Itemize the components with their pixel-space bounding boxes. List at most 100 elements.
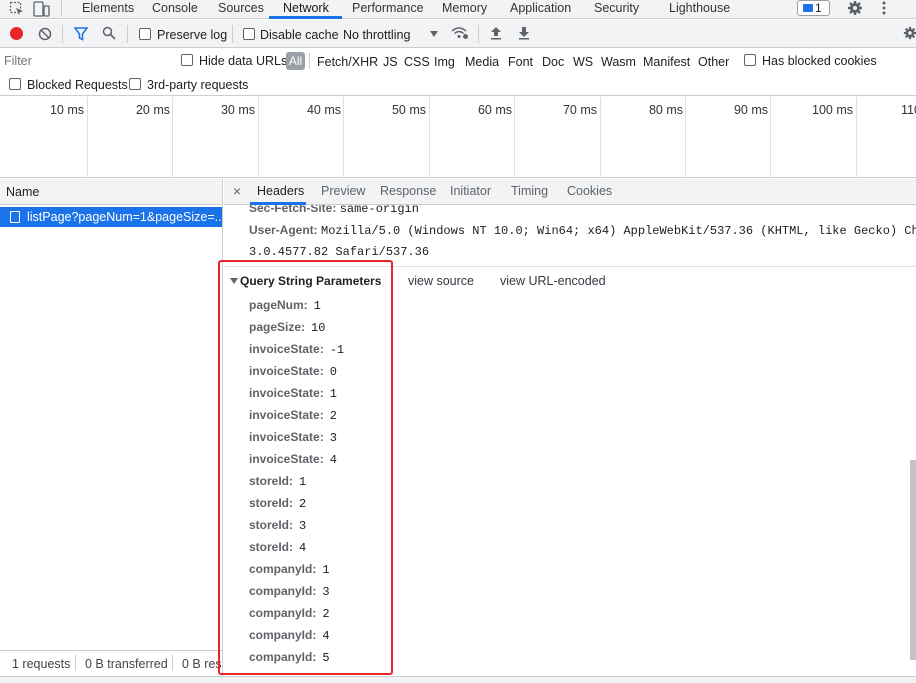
tab-cookies[interactable]: Cookies (567, 184, 612, 198)
tab-console[interactable]: Console (152, 0, 198, 19)
tab-preview[interactable]: Preview (321, 184, 365, 198)
blocked-requests-checkbox[interactable] (9, 78, 21, 90)
issues-badge[interactable]: 1 (797, 0, 830, 16)
preserve-log-checkbox[interactable] (139, 28, 151, 40)
param-value: 2 (329, 409, 337, 423)
tab-sources[interactable]: Sources (218, 0, 264, 19)
filter-icon[interactable] (73, 27, 89, 41)
disable-cache-checkbox[interactable] (243, 28, 255, 40)
filter-type-wasm[interactable]: Wasm (601, 55, 636, 69)
inspect-element-icon[interactable] (9, 1, 25, 17)
throttling-select[interactable]: No throttling (343, 28, 410, 42)
param-value: 3 (299, 519, 307, 533)
has-blocked-cookies-checkbox[interactable] (744, 54, 756, 66)
network-conditions-icon[interactable] (451, 26, 469, 40)
param-key: storeId: (249, 474, 294, 488)
export-har-icon[interactable] (518, 26, 530, 40)
tab-response[interactable]: Response (380, 184, 436, 198)
toolbar-separator (232, 25, 233, 43)
param-key: pageSize: (249, 320, 306, 334)
detail-scrollbar[interactable] (910, 460, 916, 660)
filter-type-js[interactable]: JS (383, 55, 398, 69)
param-value: 4 (299, 541, 307, 555)
header-key: Sec-Fetch-Site: (249, 205, 337, 215)
tab-timing[interactable]: Timing (511, 184, 548, 198)
query-param-row: storeId: 1 (249, 473, 306, 495)
settings-gear-icon[interactable] (847, 0, 863, 16)
filter-type-img[interactable]: Img (434, 55, 455, 69)
param-key: invoiceState: (249, 342, 324, 356)
tab-lighthouse[interactable]: Lighthouse (669, 0, 730, 19)
query-param-row: storeId: 4 (249, 539, 306, 561)
device-toolbar-icon[interactable] (33, 1, 51, 17)
query-param-row: invoiceState: 4 (249, 451, 337, 473)
status-separator (75, 655, 76, 671)
tab-security[interactable]: Security (594, 0, 639, 19)
disable-cache-label: Disable cache (260, 28, 339, 42)
filter-type-media[interactable]: Media (465, 55, 499, 69)
view-url-encoded-button[interactable]: view URL-encoded (500, 274, 606, 288)
blocked-filter-bar: Blocked Requests 3rd-party requests (0, 73, 916, 96)
param-key: companyId: (249, 650, 317, 664)
tab-elements[interactable]: Elements (82, 0, 134, 19)
filter-type-other[interactable]: Other (698, 55, 729, 69)
query-string-section-toggle[interactable]: Query String Parameters (230, 274, 381, 288)
param-key: companyId: (249, 606, 317, 620)
query-param-row: invoiceState: 0 (249, 363, 337, 385)
filter-type-doc[interactable]: Doc (542, 55, 564, 69)
filter-all-button[interactable]: All (286, 52, 305, 70)
record-icon[interactable] (10, 27, 23, 40)
timeline-tick-label: 50 ms (391, 103, 426, 117)
filter-type-manifest[interactable]: Manifest (643, 55, 690, 69)
param-value: 2 (322, 607, 330, 621)
tab-headers[interactable]: Headers (257, 184, 304, 198)
tab-application[interactable]: Application (510, 0, 571, 19)
filter-type-css[interactable]: CSS (404, 55, 430, 69)
param-key: invoiceState: (249, 430, 324, 444)
param-key: storeId: (249, 496, 294, 510)
param-key: companyId: (249, 584, 317, 598)
timeline-gridline (514, 97, 515, 178)
tab-memory[interactable]: Memory (442, 0, 487, 19)
query-param-row: companyId: 3 (249, 583, 330, 605)
timeline-tick-label: 60 ms (477, 103, 512, 117)
filter-type-font[interactable]: Font (508, 55, 533, 69)
chevron-down-icon[interactable] (430, 31, 438, 37)
param-value: 1 (299, 475, 307, 489)
clear-icon[interactable] (38, 27, 52, 41)
detail-tab-bar: × Headers Preview Response Initiator Tim… (224, 179, 916, 205)
timeline-gridline (856, 97, 857, 178)
query-string-title: Query String Parameters (240, 274, 382, 288)
filter-type-ws[interactable]: WS (573, 55, 593, 69)
search-icon[interactable] (102, 26, 116, 40)
import-har-icon[interactable] (490, 26, 502, 40)
filter-type-fetch-xhr[interactable]: Fetch/XHR (317, 55, 378, 69)
filter-input[interactable] (4, 53, 171, 69)
param-key: invoiceState: (249, 386, 324, 400)
param-value: -1 (329, 343, 345, 357)
tab-initiator[interactable]: Initiator (450, 184, 491, 198)
timeline-tick-label: 100 ms (812, 103, 853, 117)
timeline-tick-label: 80 ms (648, 103, 683, 117)
timeline-gridline (770, 97, 771, 178)
network-timeline-overview[interactable]: 10 ms 20 ms 30 ms 40 ms 50 ms 60 ms 70 m… (0, 97, 916, 178)
query-param-row: companyId: 4 (249, 627, 330, 649)
param-key: companyId: (249, 562, 317, 576)
document-icon (10, 211, 20, 223)
name-column-header[interactable]: Name (0, 179, 222, 205)
param-value: 5 (322, 651, 330, 665)
view-source-button[interactable]: view source (408, 274, 474, 288)
issues-count: 1 (815, 1, 822, 15)
request-name: listPage?pageNum=1&pageSize=... (27, 210, 222, 224)
param-key: storeId: (249, 540, 294, 554)
network-settings-gear-icon[interactable] (903, 26, 916, 40)
issues-icon (803, 4, 813, 12)
more-options-icon[interactable] (881, 1, 887, 15)
third-party-requests-checkbox[interactable] (129, 78, 141, 90)
request-row[interactable]: listPage?pageNum=1&pageSize=... (0, 207, 222, 227)
tab-performance[interactable]: Performance (352, 0, 424, 19)
close-detail-icon[interactable]: × (233, 183, 241, 199)
devtools-tab-bar: Elements Console Sources Network Perform… (0, 0, 916, 19)
header-value: 3.0.4577.82 Safari/537.36 (249, 245, 430, 259)
hide-data-urls-checkbox[interactable] (181, 54, 193, 66)
